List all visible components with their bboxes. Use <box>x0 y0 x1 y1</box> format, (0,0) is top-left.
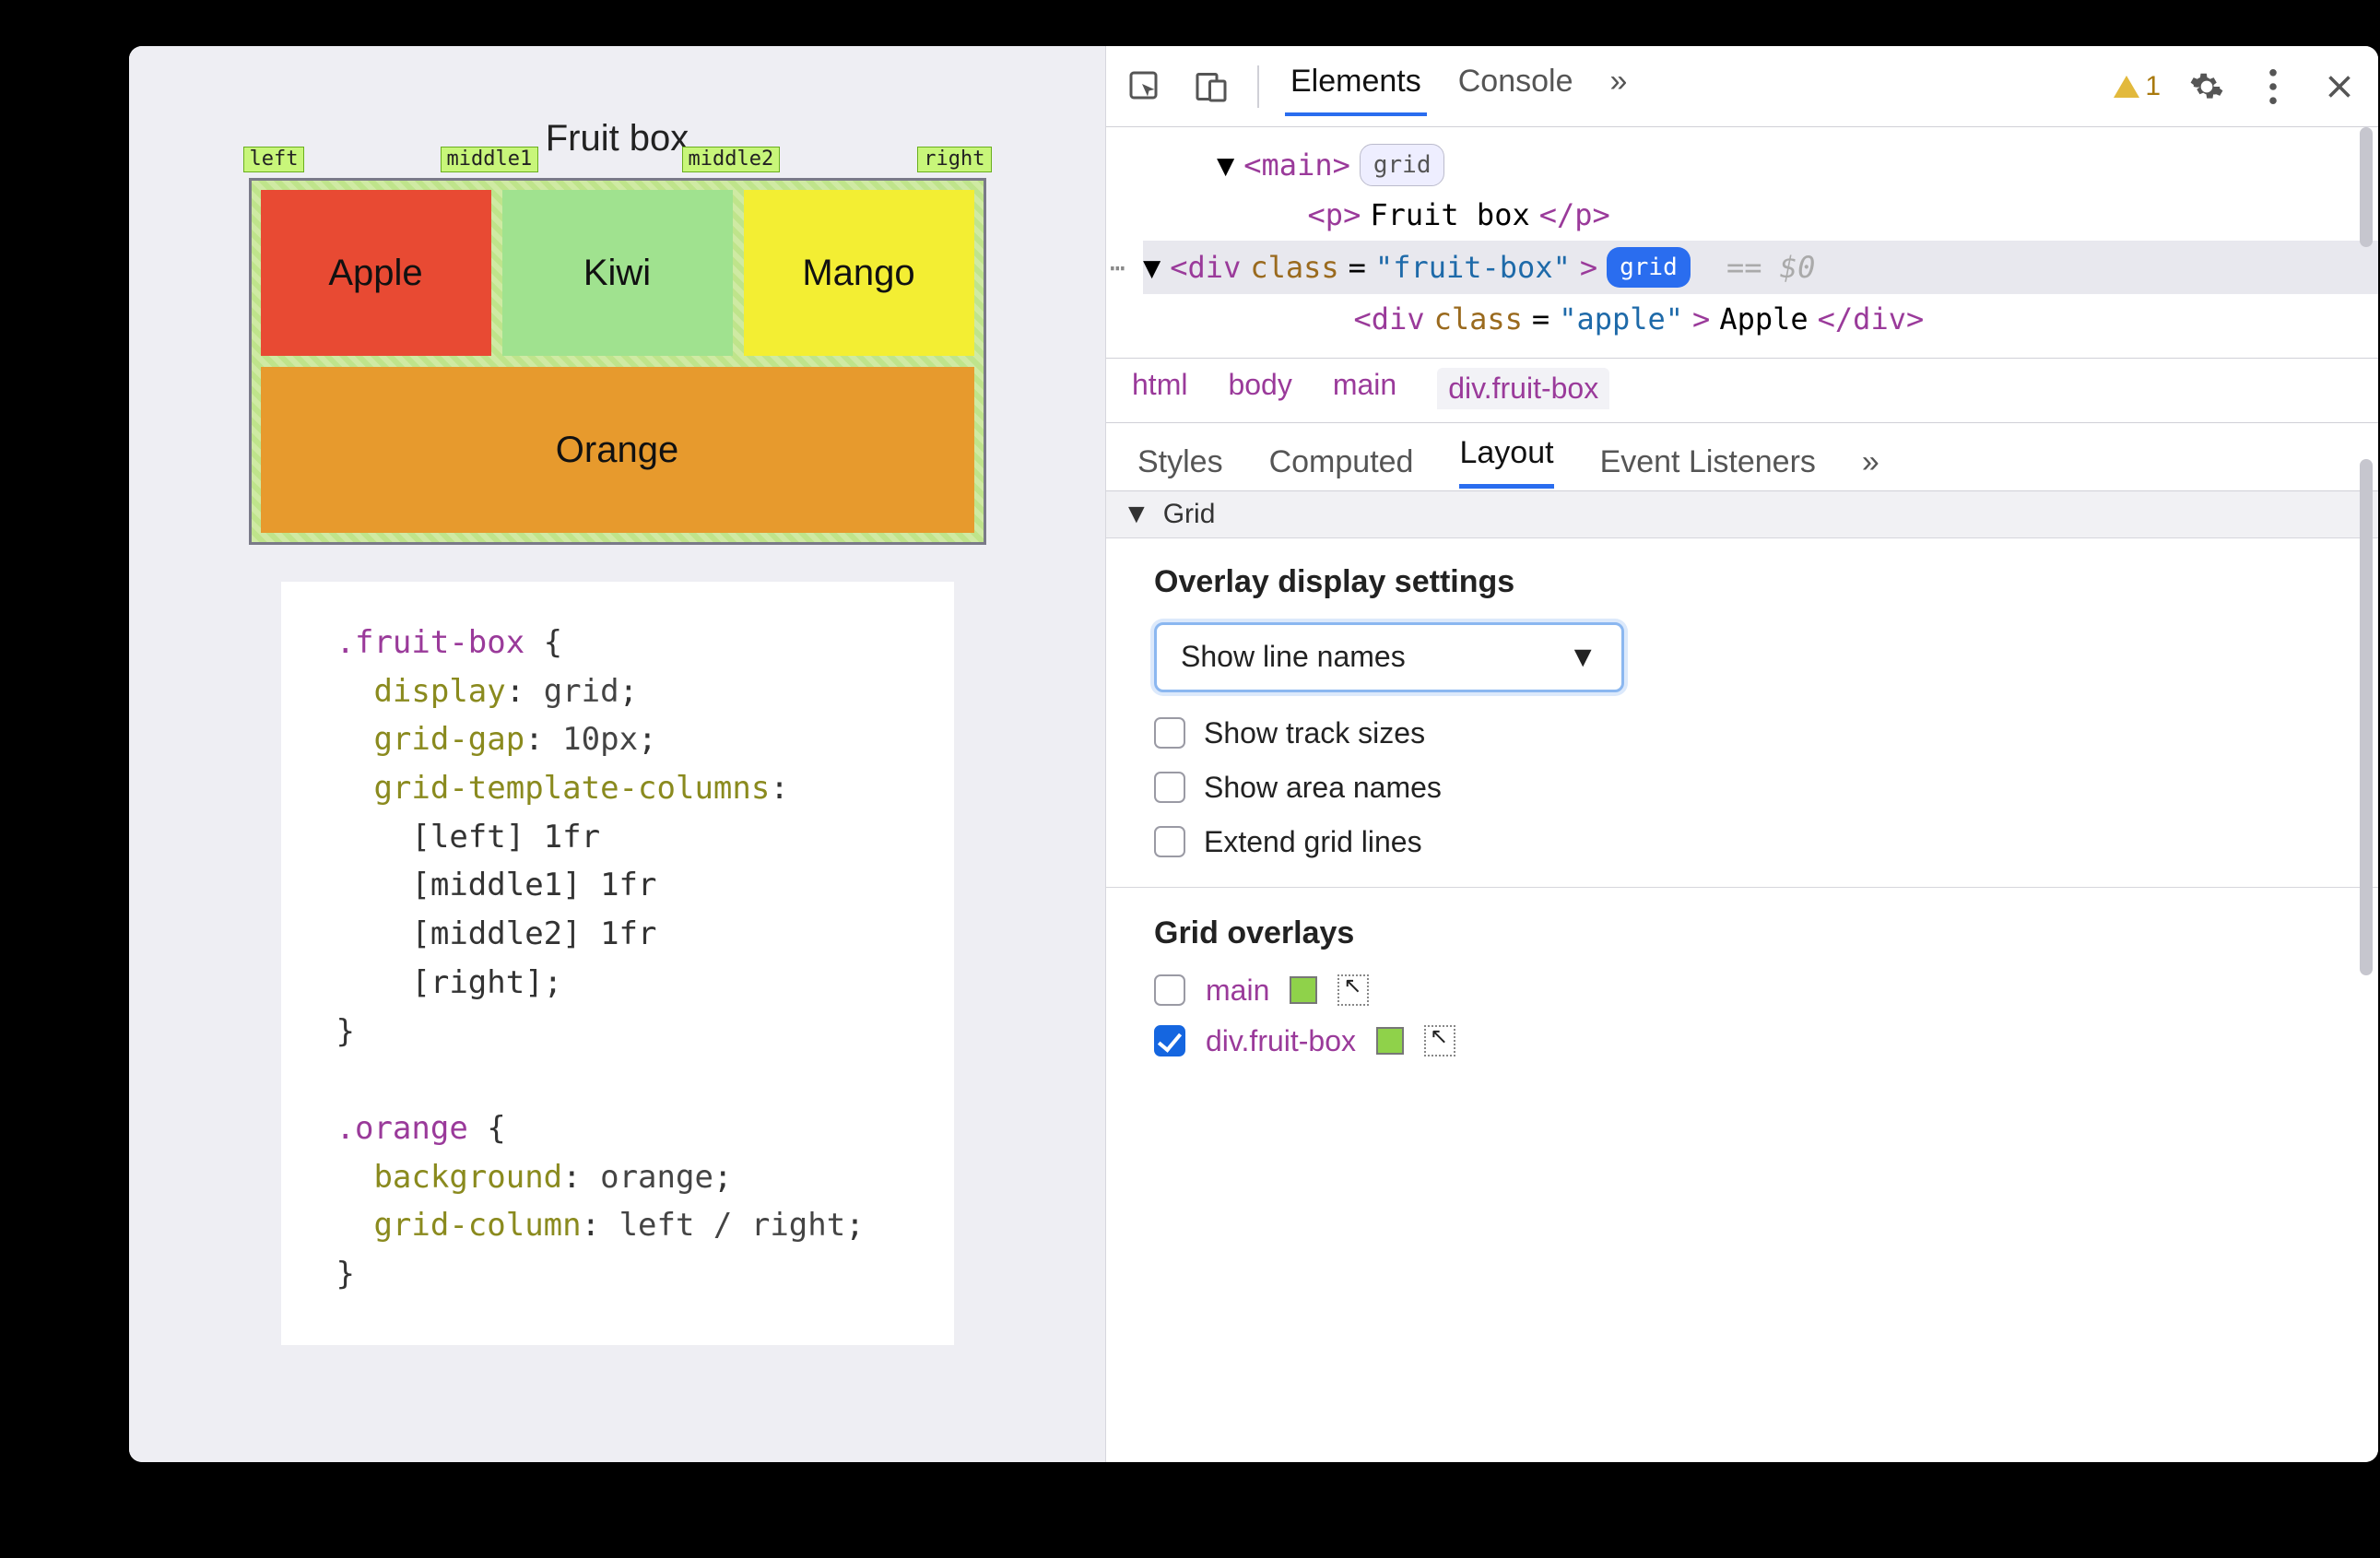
warning-icon <box>2114 76 2139 98</box>
line-name-left: left <box>243 147 305 172</box>
scrollbar[interactable] <box>2354 127 2374 1457</box>
overlay-settings-title: Overlay display settings <box>1154 564 2330 600</box>
line-name-right: right <box>917 147 991 172</box>
reveal-icon[interactable] <box>1424 1025 1455 1056</box>
crumb-html[interactable]: html <box>1132 368 1187 409</box>
grid-accordion-header[interactable]: ▼ Grid <box>1106 491 2378 538</box>
overlay-fruit-box[interactable]: div.fruit-box <box>1154 1024 2330 1058</box>
subtab-computed[interactable]: Computed <box>1269 444 1414 480</box>
styles-subtabs: Styles Computed Layout Event Listeners » <box>1106 423 2378 491</box>
grid-line-labels: left middle1 middle2 right <box>249 147 986 178</box>
tabs-more[interactable]: » <box>1604 56 1632 116</box>
checkbox[interactable] <box>1154 1025 1185 1056</box>
kebab-icon[interactable] <box>2253 66 2293 107</box>
dom-row-p[interactable]: <p>Fruit box</p> <box>1143 190 2378 240</box>
overlay-main[interactable]: main <box>1154 974 2330 1008</box>
tab-console[interactable]: Console <box>1453 56 1579 116</box>
color-swatch[interactable] <box>1290 976 1317 1004</box>
grid-accordion-body: Overlay display settings Show line names… <box>1106 538 2378 1101</box>
app-window: Fruit box left middle1 middle2 right App… <box>129 46 2378 1462</box>
subtab-styles[interactable]: Styles <box>1137 444 1223 480</box>
device-toggle-icon[interactable] <box>1191 66 1231 107</box>
cell-kiwi: Kiwi <box>502 190 733 356</box>
gear-icon[interactable] <box>2186 66 2227 107</box>
cell-apple: Apple <box>261 190 491 356</box>
grid-overlays-title: Grid overlays <box>1154 915 2330 951</box>
crumb-main[interactable]: main <box>1333 368 1396 409</box>
line-name-middle1: middle1 <box>441 147 539 172</box>
line-name-middle2: middle2 <box>682 147 781 172</box>
checkbox[interactable] <box>1154 974 1185 1006</box>
devtools-panel: Elements Console » 1 ▼<main> grid <p>Fru… <box>1106 46 2378 1462</box>
subtabs-more[interactable]: » <box>1862 444 1879 480</box>
checkbox[interactable] <box>1154 826 1185 857</box>
opt-extend-lines[interactable]: Extend grid lines <box>1154 825 2330 859</box>
color-swatch[interactable] <box>1376 1027 1404 1055</box>
chevron-down-icon: ▼ <box>1568 640 1597 674</box>
fruit-box-grid: Apple Kiwi Mango Orange <box>261 190 974 533</box>
crumb-body[interactable]: body <box>1228 368 1291 409</box>
css-source-box: .fruit-box { display: grid; grid-gap: 10… <box>281 582 954 1345</box>
subtab-layout[interactable]: Layout <box>1459 435 1553 489</box>
crumb-fruit-box[interactable]: div.fruit-box <box>1437 368 1609 409</box>
opt-track-sizes[interactable]: Show track sizes <box>1154 716 2330 750</box>
cell-orange: Orange <box>261 367 974 533</box>
cell-mango: Mango <box>744 190 974 356</box>
close-icon[interactable] <box>2319 66 2360 107</box>
reveal-icon[interactable] <box>1337 974 1369 1006</box>
checkbox[interactable] <box>1154 717 1185 749</box>
devtools-toolbar: Elements Console » 1 <box>1106 46 2378 127</box>
checkbox[interactable] <box>1154 772 1185 803</box>
dom-tree[interactable]: ▼<main> grid <p>Fruit box</p> ▼<div clas… <box>1106 127 2378 359</box>
line-names-select[interactable]: Show line names ▼ <box>1154 622 1624 692</box>
warnings-indicator[interactable]: 1 <box>2114 71 2161 102</box>
dom-row-apple[interactable]: <div class="apple">Apple</div> <box>1143 294 2378 344</box>
fruit-box-element[interactable]: Apple Kiwi Mango Orange <box>249 178 986 545</box>
dom-row-fruit-box[interactable]: ▼<div class="fruit-box"> grid == $0 <box>1143 241 2378 294</box>
inspect-icon[interactable] <box>1125 66 1165 107</box>
rendered-page-pane: Fruit box left middle1 middle2 right App… <box>129 46 1106 1462</box>
breadcrumb[interactable]: html body main div.fruit-box <box>1106 359 2378 423</box>
opt-area-names[interactable]: Show area names <box>1154 771 2330 805</box>
grid-wrap: left middle1 middle2 right Apple Kiwi Ma… <box>249 178 986 545</box>
dom-row-main[interactable]: ▼<main> grid <box>1143 140 2378 190</box>
tab-elements[interactable]: Elements <box>1285 56 1427 116</box>
subtab-events[interactable]: Event Listeners <box>1600 444 1816 480</box>
